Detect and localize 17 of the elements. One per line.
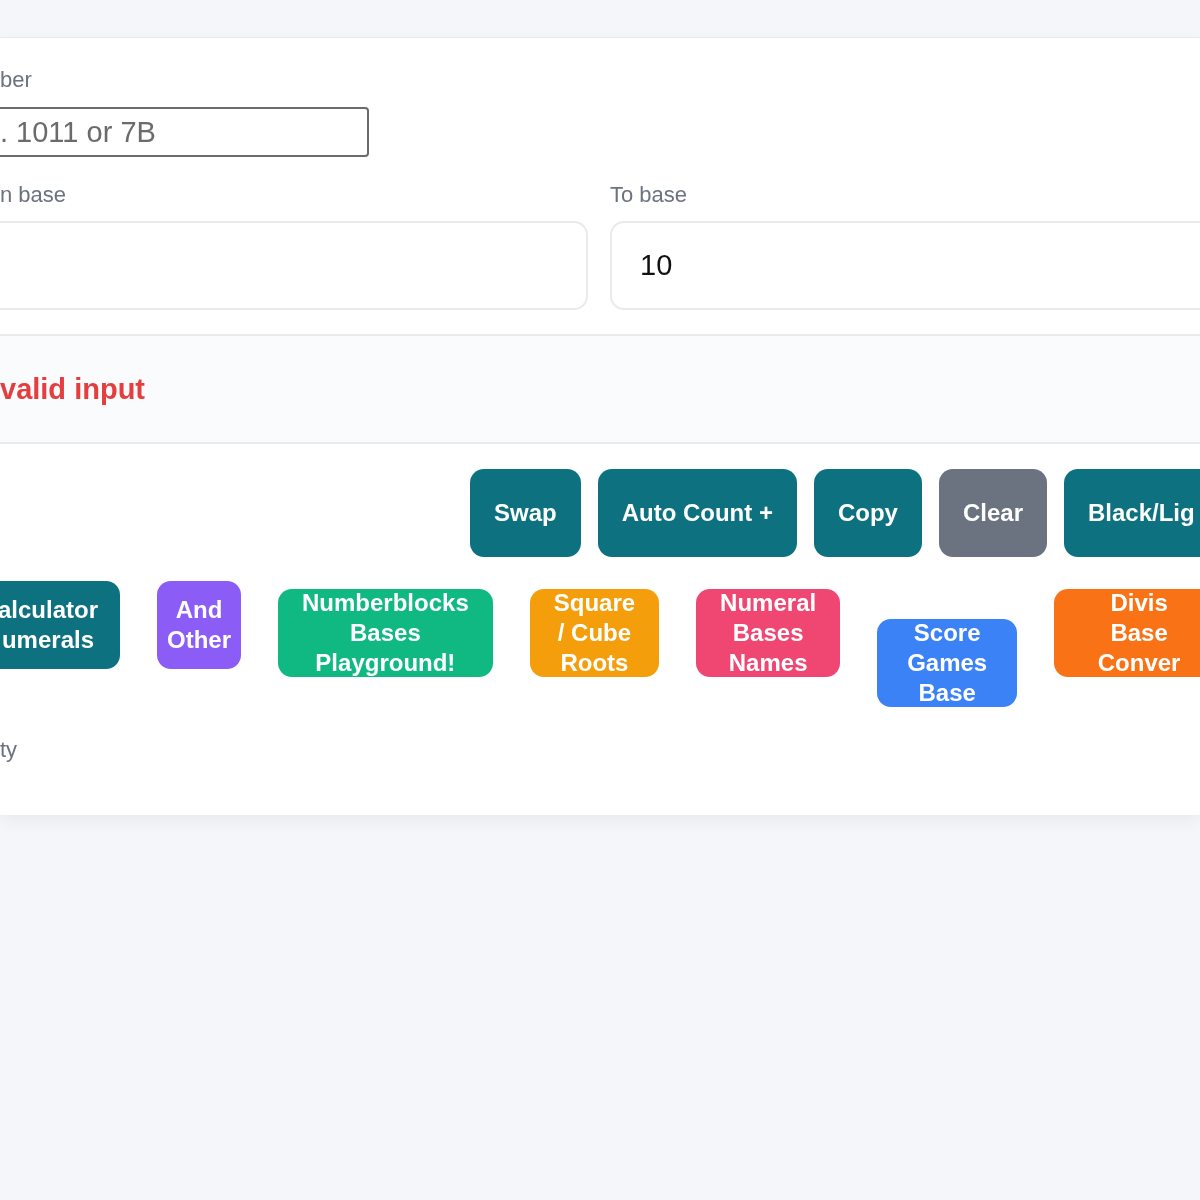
field-label: To base bbox=[610, 181, 688, 209]
field-label: n base bbox=[0, 181, 67, 209]
link-button[interactable]: Score Games Base bbox=[877, 619, 1018, 707]
action-button[interactable]: Black/Lig bbox=[1064, 469, 1200, 557]
number-input[interactable]: . 1011 or 7B bbox=[0, 107, 369, 157]
footer-text: ty bbox=[0, 737, 18, 763]
action-button[interactable]: Clear bbox=[938, 469, 1047, 557]
error-message: valid input bbox=[0, 372, 145, 406]
link-button[interactable]: And Other bbox=[157, 581, 241, 669]
field-label: ber bbox=[0, 66, 32, 94]
link-button[interactable]: Numberblocks Bases Playground! bbox=[278, 589, 493, 677]
action-button[interactable]: Swap bbox=[469, 469, 581, 557]
action-button[interactable]: Copy bbox=[813, 469, 922, 557]
action-button[interactable]: Auto Count + bbox=[597, 469, 797, 557]
base-select[interactable]: 10 bbox=[610, 221, 1200, 310]
link-button[interactable]: Divis Base Conver bbox=[1054, 589, 1200, 677]
link-button[interactable]: Numeral Bases Names bbox=[696, 589, 841, 677]
